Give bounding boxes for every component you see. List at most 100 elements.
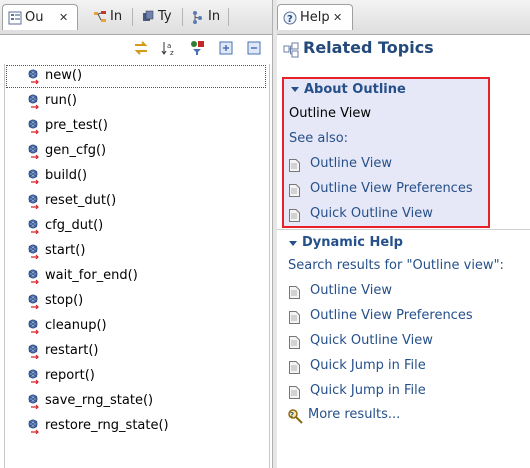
outline-item[interactable]: cfg_dut() <box>5 214 267 239</box>
help-link-label: Quick Outline View <box>310 333 433 348</box>
document-icon <box>289 159 300 172</box>
see-also-label: See also: <box>289 131 349 146</box>
tab-separator <box>132 8 133 26</box>
document-icon <box>289 361 300 374</box>
hierarchy-icon <box>94 11 106 22</box>
tab-help-label: Help <box>300 10 330 25</box>
outline-item-label: run() <box>45 93 77 108</box>
help-link-label: Outline View Preferences <box>310 308 473 323</box>
help-link-label: Outline View <box>310 283 393 298</box>
collapse-all-icon[interactable] <box>246 40 262 56</box>
outline-item[interactable]: save_rng_state() <box>5 389 267 414</box>
help-link[interactable]: Quick Outline View <box>289 206 484 226</box>
outline-view: Ou ✕ In Ty In a z new() run() pre_test()… <box>0 0 272 468</box>
method-icon <box>28 394 39 409</box>
document-icon <box>289 184 300 197</box>
help-link-label: Quick Outline View <box>310 206 433 221</box>
outline-item[interactable]: run() <box>5 89 267 114</box>
help-link[interactable]: Quick Jump in File <box>289 358 509 378</box>
outline-item-label: report() <box>45 368 95 383</box>
close-icon[interactable]: ✕ <box>333 5 342 31</box>
outline-item[interactable]: new() <box>5 64 267 89</box>
help-link[interactable]: Outline View <box>289 283 509 303</box>
outline-item-label: restore_rng_state() <box>45 418 169 433</box>
tab-include[interactable]: In <box>186 4 228 30</box>
more-results-label: More results... <box>308 407 401 422</box>
help-link[interactable]: Outline View Preferences <box>289 181 484 201</box>
document-icon <box>289 286 300 299</box>
method-icon <box>28 344 39 359</box>
expand-all-icon[interactable] <box>218 40 234 56</box>
help-link[interactable]: Quick Outline View <box>289 333 509 353</box>
left-tab-bar: Ou ✕ In Ty In <box>0 0 272 35</box>
document-icon <box>289 311 300 324</box>
sort-az-icon[interactable]: a z <box>161 40 177 56</box>
outline-item[interactable]: reset_dut() <box>5 189 267 214</box>
sync-icon[interactable] <box>133 40 149 56</box>
tab-separator <box>182 8 183 26</box>
outline-item-label: wait_for_end() <box>45 268 138 283</box>
method-icon <box>28 219 39 234</box>
tab-type[interactable]: Ty <box>136 4 182 30</box>
outline-item-label: new() <box>45 68 83 83</box>
search-help-icon: ? <box>288 409 303 424</box>
outline-icon <box>8 11 22 25</box>
outline-item-label: stop() <box>45 293 84 308</box>
include-icon <box>193 11 202 24</box>
help-link-label: Outline View Preferences <box>310 181 473 196</box>
outline-item-label: pre_test() <box>45 118 108 133</box>
outline-item[interactable]: report() <box>5 364 267 389</box>
right-tab-bar: ? Help ✕ <box>277 0 530 35</box>
method-icon <box>28 94 39 109</box>
tab-help[interactable]: ? Help ✕ <box>277 4 353 30</box>
help-link[interactable]: Outline View Preferences <box>289 308 509 328</box>
document-icon <box>289 336 300 349</box>
tab-outline[interactable]: Ou ✕ <box>2 4 78 30</box>
method-icon <box>28 119 39 134</box>
type-icon <box>143 10 154 21</box>
outline-item-label: reset_dut() <box>45 193 117 208</box>
tab-hierarchy-label: In <box>110 9 123 24</box>
tab-hierarchy[interactable]: In <box>88 4 134 30</box>
filter-icon[interactable] <box>189 40 205 56</box>
collapse-triangle-icon[interactable] <box>289 241 297 246</box>
outline-item-label: restart() <box>45 343 99 358</box>
outline-item[interactable]: wait_for_end() <box>5 264 267 289</box>
outline-item[interactable]: restore_rng_state() <box>5 414 267 439</box>
svg-text:?: ? <box>287 14 293 25</box>
related-topics-icon <box>283 42 299 58</box>
about-outline-section: About Outline Outline View See also: Out… <box>282 77 490 228</box>
method-icon <box>28 294 39 309</box>
document-icon <box>289 386 300 399</box>
method-icon <box>28 69 39 84</box>
outline-item-label: start() <box>45 243 86 258</box>
help-link-label: Outline View <box>310 156 393 171</box>
outline-item[interactable]: gen_cfg() <box>5 139 267 164</box>
help-link[interactable]: Outline View <box>289 156 484 176</box>
about-subtitle: Outline View <box>289 106 372 121</box>
method-icon <box>28 269 39 284</box>
outline-item[interactable]: start() <box>5 239 267 264</box>
dynamic-help-heading[interactable]: Dynamic Help <box>302 235 403 250</box>
outline-item[interactable]: stop() <box>5 289 267 314</box>
about-heading[interactable]: About Outline <box>304 82 406 97</box>
svg-text:?: ? <box>290 411 294 419</box>
method-icon <box>28 194 39 209</box>
more-results-link[interactable]: ? More results... <box>287 407 487 427</box>
outline-item[interactable]: build() <box>5 164 267 189</box>
collapse-triangle-icon[interactable] <box>291 87 299 92</box>
search-results-label: Search results for "Outline view": <box>288 258 504 273</box>
close-icon[interactable]: ✕ <box>59 5 68 31</box>
method-icon <box>28 319 39 334</box>
method-icon <box>28 419 39 434</box>
help-link-label: Quick Jump in File <box>310 358 426 373</box>
outline-tree[interactable]: new() run() pre_test() gen_cfg() build() rese… <box>4 64 270 468</box>
help-link-label: Quick Jump in File <box>310 383 426 398</box>
outline-item[interactable]: pre_test() <box>5 114 267 139</box>
outline-item[interactable]: cleanup() <box>5 314 267 339</box>
help-link[interactable]: Quick Jump in File <box>289 383 509 403</box>
outline-item-label: cleanup() <box>45 318 107 333</box>
method-icon <box>28 144 39 159</box>
help-icon: ? <box>283 11 297 25</box>
outline-item[interactable]: restart() <box>5 339 267 364</box>
